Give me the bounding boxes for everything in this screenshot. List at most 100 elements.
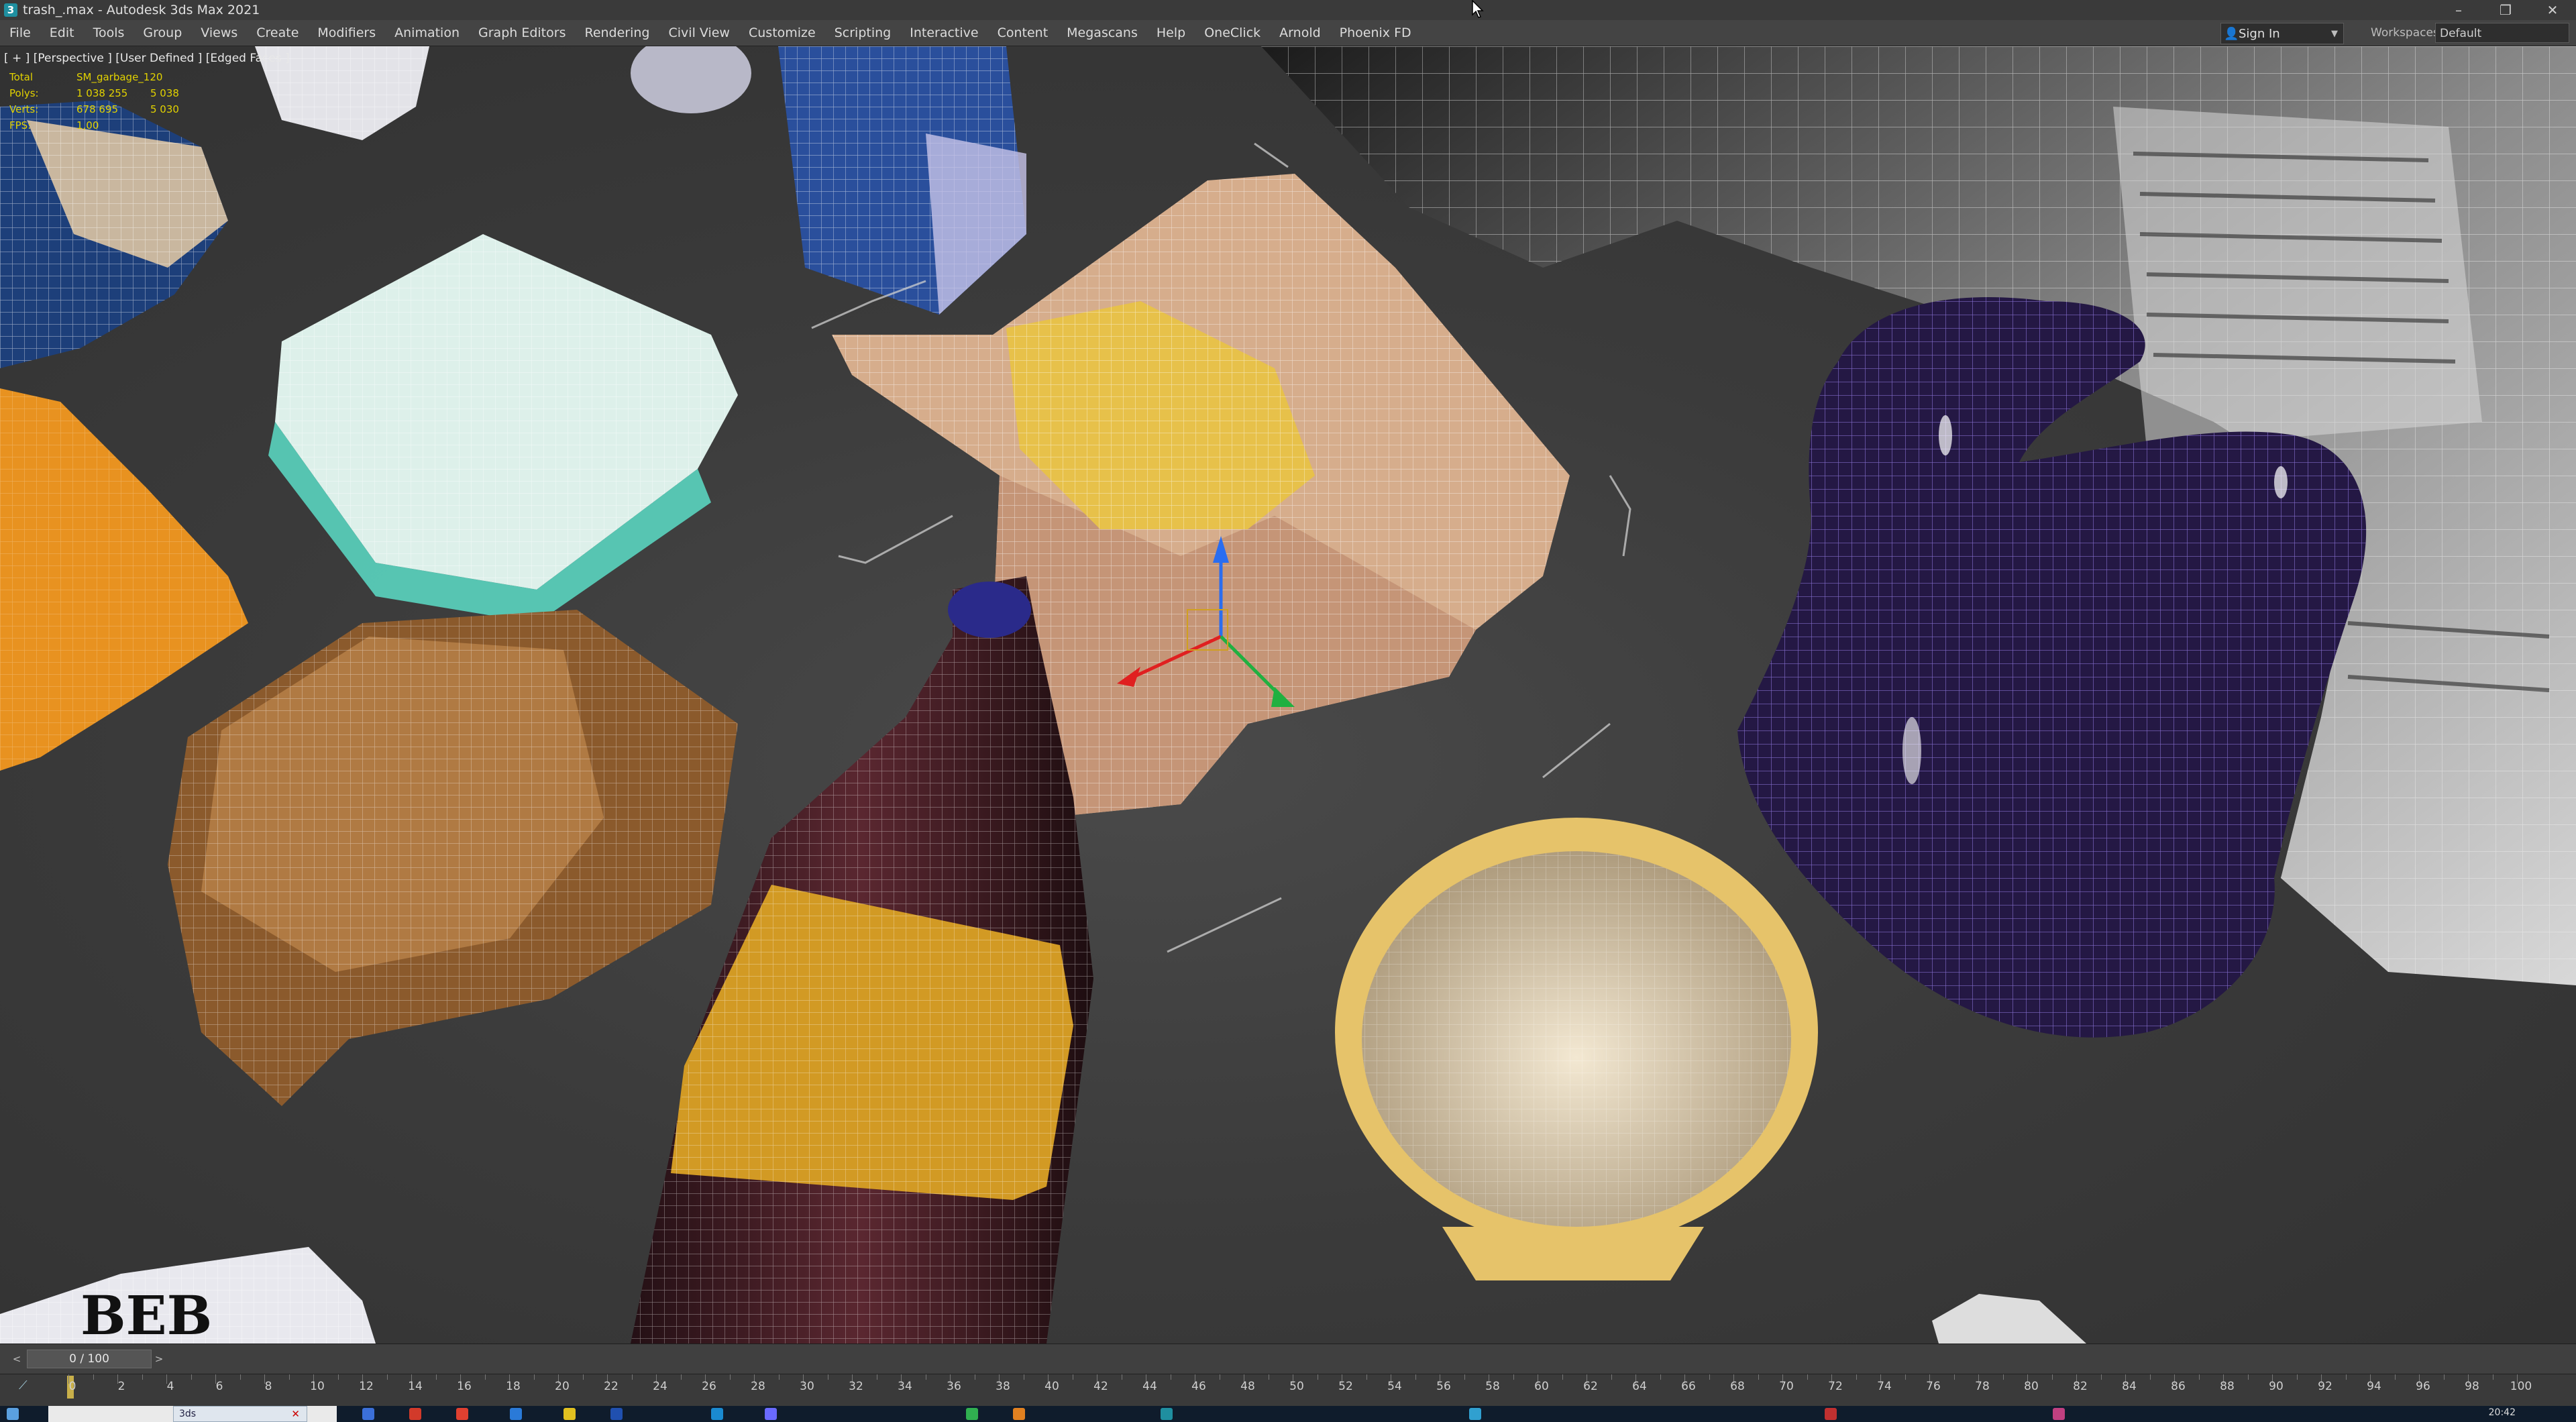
track-bar-tick-label: 96 [2416, 1380, 2430, 1393]
menu-create[interactable]: Create [247, 20, 308, 46]
taskbar-app-icon[interactable] [1469, 1408, 1481, 1420]
sponge-object[interactable] [268, 234, 738, 623]
menu-phoenix-fd[interactable]: Phoenix FD [1330, 20, 1421, 46]
menu-help[interactable]: Help [1147, 20, 1195, 46]
3ds-max-icon[interactable]: 3 [4, 3, 17, 17]
workspaces-select[interactable]: Default [2435, 23, 2569, 43]
small-paper-object[interactable] [1932, 1294, 2086, 1344]
menu-tools[interactable]: Tools [84, 20, 134, 46]
track-bar-tick-label: 76 [1926, 1380, 1941, 1393]
taskbar-app-icon[interactable] [456, 1408, 468, 1420]
menu-file[interactable]: File [0, 20, 40, 46]
viewport-scene[interactable]: BEB [0, 46, 2576, 1344]
track-bar-tick-label: 38 [996, 1380, 1010, 1393]
track-bar-tick [2002, 1374, 2004, 1380]
taskbar-app-icon[interactable] [1013, 1408, 1025, 1420]
track-bar-tick-label: 8 [264, 1380, 272, 1393]
viewport-label[interactable]: [ + ] [Perspective ] [User Defined ] [Ed… [4, 52, 290, 65]
track-bar-tick-label: 26 [702, 1380, 716, 1393]
track-bar-tick-label: 4 [166, 1380, 174, 1393]
menu-graph-editors[interactable]: Graph Editors [469, 20, 575, 46]
start-icon[interactable] [7, 1408, 19, 1420]
taskbar-app-icon[interactable] [510, 1408, 522, 1420]
taskbar-app-icon[interactable] [409, 1408, 421, 1420]
orange-bag-object[interactable] [0, 388, 248, 771]
close-icon[interactable]: ✕ [291, 1408, 300, 1420]
taskbar-3dsmax-tab[interactable]: 3ds ✕ [173, 1406, 307, 1422]
track-bar-tick [1904, 1374, 1906, 1380]
paper-stack-object[interactable] [168, 610, 738, 1106]
minimize-button[interactable]: – [2435, 0, 2482, 20]
track-bar-tick [191, 1374, 192, 1380]
sign-in-dropdown[interactable]: 👤 Sign In ▼ [2220, 23, 2344, 44]
close-button[interactable]: ✕ [2529, 0, 2576, 20]
taskbar-app-icon[interactable] [1161, 1408, 1173, 1420]
menu-oneclick[interactable]: OneClick [1195, 20, 1270, 46]
track-bar-tick [337, 1374, 339, 1380]
taskbar-app-icon[interactable] [765, 1408, 777, 1420]
menu-modifiers[interactable]: Modifiers [308, 20, 385, 46]
menu-edit[interactable]: Edit [40, 20, 84, 46]
track-bar-tick [1611, 1374, 1612, 1380]
perspective-viewport[interactable]: BEB [ + ] [Perspective ] [User Defined ]… [0, 46, 2576, 1344]
track-bar-tick-label: 94 [2367, 1380, 2381, 1393]
track-bar-tick-label: 18 [506, 1380, 521, 1393]
taskbar-tab-label: 3ds [179, 1409, 197, 1419]
menu-civil-view[interactable]: Civil View [659, 20, 739, 46]
taskbar-app-icon[interactable] [362, 1408, 374, 1420]
menu-animation[interactable]: Animation [385, 20, 469, 46]
track-bar-tick-label: 90 [2269, 1380, 2284, 1393]
track-bar-tick-label: 0 [68, 1380, 76, 1393]
track-bar-tick-label: 56 [1436, 1380, 1451, 1393]
track-bar-tick-label: 66 [1681, 1380, 1696, 1393]
time-slider[interactable]: < 0 / 100 > [0, 1344, 2576, 1374]
track-bar-tick [2394, 1374, 2396, 1380]
menu-rendering[interactable]: Rendering [575, 20, 659, 46]
track-bar-tick-label: 78 [1975, 1380, 1990, 1393]
track-bar-tick [1758, 1374, 1759, 1380]
taskbar-app-icon[interactable] [711, 1408, 723, 1420]
stat-key: Verts: [9, 103, 39, 115]
taskbar-app-icon[interactable] [966, 1408, 978, 1420]
menu-content[interactable]: Content [988, 20, 1058, 46]
time-slider-thumb[interactable]: 0 / 100 [27, 1350, 152, 1368]
milk-carton-object[interactable] [778, 46, 1026, 315]
track-bar-tick [2247, 1374, 2249, 1380]
menu-views[interactable]: Views [191, 20, 247, 46]
windows-taskbar: 3ds ✕ 20:42 [0, 1406, 2576, 1422]
restore-button[interactable]: ❐ [2482, 0, 2529, 20]
taskbar-app-icon[interactable] [2053, 1408, 2065, 1420]
menu-customize[interactable]: Customize [739, 20, 825, 46]
menu-scripting[interactable]: Scripting [825, 20, 901, 46]
track-bar-tick [2345, 1374, 2347, 1380]
taskbar-app-icon[interactable] [1825, 1408, 1837, 1420]
track-bar-tick-label: 48 [1240, 1380, 1255, 1393]
cap-object[interactable] [631, 46, 751, 113]
track-bar-tick [1807, 1374, 1808, 1380]
next-frame-button[interactable]: > [152, 1351, 166, 1367]
track-bar-tick-label: 24 [653, 1380, 667, 1393]
menu-megascans[interactable]: Megascans [1057, 20, 1147, 46]
blue-wrapper-object[interactable] [0, 100, 228, 368]
bottle-object[interactable] [631, 576, 1093, 1344]
curve-editor-icon[interactable]: ⟋ [19, 1378, 28, 1392]
track-bar-tick-label: 62 [1583, 1380, 1598, 1393]
track-bar-tick [2443, 1374, 2445, 1380]
track-bar-tick [1660, 1374, 1661, 1380]
menu-arnold[interactable]: Arnold [1270, 20, 1330, 46]
stat-value: 678 695 [76, 103, 119, 115]
track-bar-tick-label: 30 [800, 1380, 814, 1393]
track-bar-tick-label: 2 [117, 1380, 125, 1393]
track-bar-tick [1709, 1374, 1710, 1380]
track-bar-tick-label: 82 [2073, 1380, 2088, 1393]
menu-interactive[interactable]: Interactive [900, 20, 987, 46]
track-bar[interactable]: ⟋ 0 2 4 6 8 10 12 14 16 18 20 22 24 26 28 30 32 34 36 38 40 4… [0, 1374, 2576, 1407]
track-bar-tick-label: 28 [751, 1380, 765, 1393]
bowl-object[interactable] [1335, 818, 1818, 1280]
track-bar-tick-label: 46 [1191, 1380, 1206, 1393]
menu-group[interactable]: Group [133, 20, 191, 46]
label-paper-object[interactable]: BEB [0, 1247, 376, 1344]
taskbar-app-icon[interactable] [564, 1408, 576, 1420]
prev-frame-button[interactable]: < [9, 1351, 24, 1367]
taskbar-app-icon[interactable] [610, 1408, 623, 1420]
